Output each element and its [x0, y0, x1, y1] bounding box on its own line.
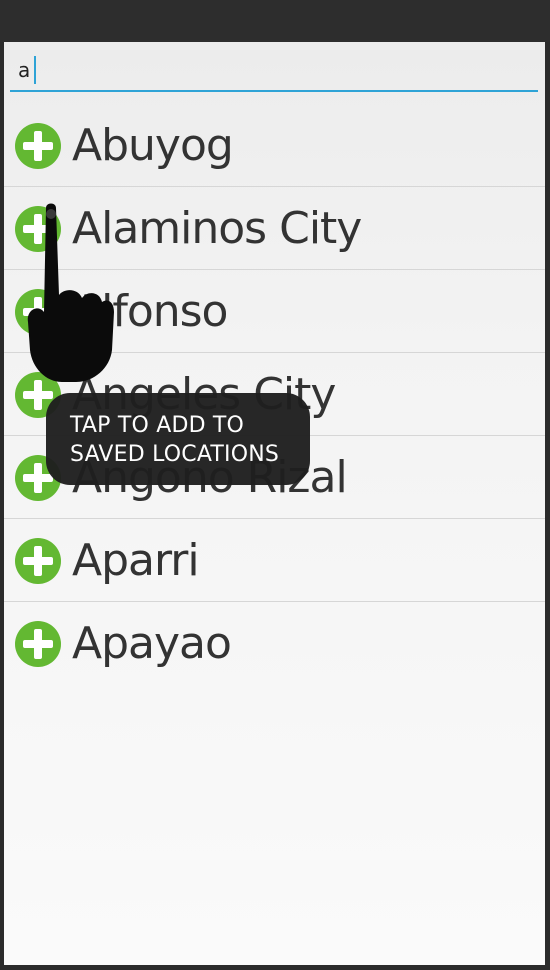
location-label: Abuyog [72, 120, 234, 171]
tooltip: TAP TO ADD TO SAVED LOCATIONS [46, 393, 310, 485]
search-input[interactable] [10, 54, 538, 92]
list-item[interactable]: Aparri [4, 519, 545, 602]
plus-circle-icon[interactable] [14, 122, 62, 170]
tooltip-text-line-1: TAP TO ADD TO [70, 413, 245, 438]
search-input-value: a [18, 58, 31, 82]
plus-circle-icon[interactable] [14, 537, 62, 585]
tooltip-text-line-2: SAVED LOCATIONS [70, 442, 280, 467]
pointing-hand-icon [27, 203, 115, 382]
plus-circle-icon[interactable] [14, 620, 62, 668]
location-label: Aparri [72, 535, 200, 586]
status-bar [0, 0, 550, 42]
location-search-panel: a Abuyog Alaminos City Alfonso Aparri Ap… [4, 42, 545, 965]
list-item[interactable]: Apayao [4, 602, 545, 684]
location-label: Apayao [72, 618, 232, 669]
list-item[interactable]: Abuyog [4, 104, 545, 187]
text-cursor [34, 56, 36, 84]
